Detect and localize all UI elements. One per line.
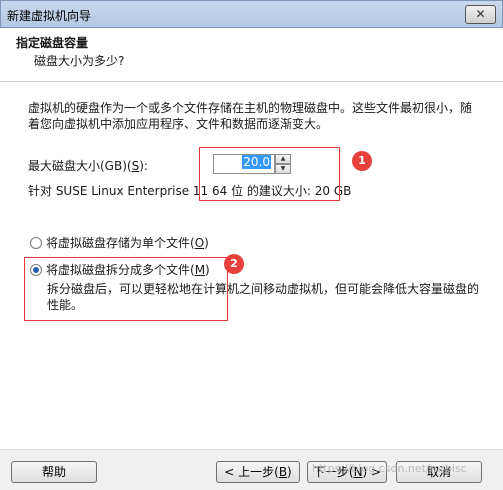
- help-button[interactable]: 帮助: [11, 461, 97, 483]
- disk-size-label-prefix: 最大磁盘大小(GB)(: [28, 159, 132, 173]
- disk-description: 虚拟机的硬盘作为一个或多个文件存储在主机的物理磁盘中。这些文件最初很小，随着您向…: [28, 101, 473, 131]
- disk-size-label: 最大磁盘大小(GB)(S):: [28, 157, 148, 174]
- page-subtitle: 磁盘大小为多少?: [34, 54, 125, 68]
- radio-single-file-prefix: 将虚拟磁盘存储为单个文件(: [46, 236, 195, 250]
- annotation-box-1: [199, 147, 340, 201]
- radio-single-file-suffix: ): [204, 236, 209, 250]
- split-description: 拆分磁盘后，可以更轻松地在计算机之间移动虚拟机，但可能会降低大容量磁盘的性能。: [47, 282, 480, 312]
- window-titlebar: 新建虚拟机向导 ✕: [0, 0, 503, 28]
- wizard-body: 虚拟机的硬盘作为一个或多个文件存储在主机的物理磁盘中。这些文件最初很小，随着您向…: [0, 83, 503, 449]
- radio-single-file-label: 将虚拟磁盘存储为单个文件(O): [46, 234, 209, 251]
- window-title: 新建虚拟机向导: [7, 9, 92, 23]
- back-button-prefix: < 上一步(: [224, 465, 279, 479]
- close-icon: ✕: [475, 7, 486, 21]
- radio-single-file-indicator[interactable]: [30, 236, 42, 249]
- disk-size-label-suffix: ):: [139, 159, 148, 173]
- annotation-badge-2: 2: [224, 254, 244, 274]
- back-button-key: B: [278, 465, 288, 479]
- watermark: https://blog.csdn.net/mrpisc: [312, 462, 467, 475]
- back-button-suffix: ): [287, 465, 292, 479]
- page-title: 指定磁盘容量: [16, 36, 89, 50]
- close-button[interactable]: ✕: [465, 5, 496, 24]
- annotation-badge-1: 1: [352, 151, 372, 171]
- back-button[interactable]: < 上一步(B): [216, 461, 300, 483]
- wizard-header: 指定磁盘容量 磁盘大小为多少?: [0, 28, 503, 82]
- radio-single-file[interactable]: 将虚拟磁盘存储为单个文件(O): [30, 234, 209, 251]
- radio-single-file-key: O: [194, 236, 205, 250]
